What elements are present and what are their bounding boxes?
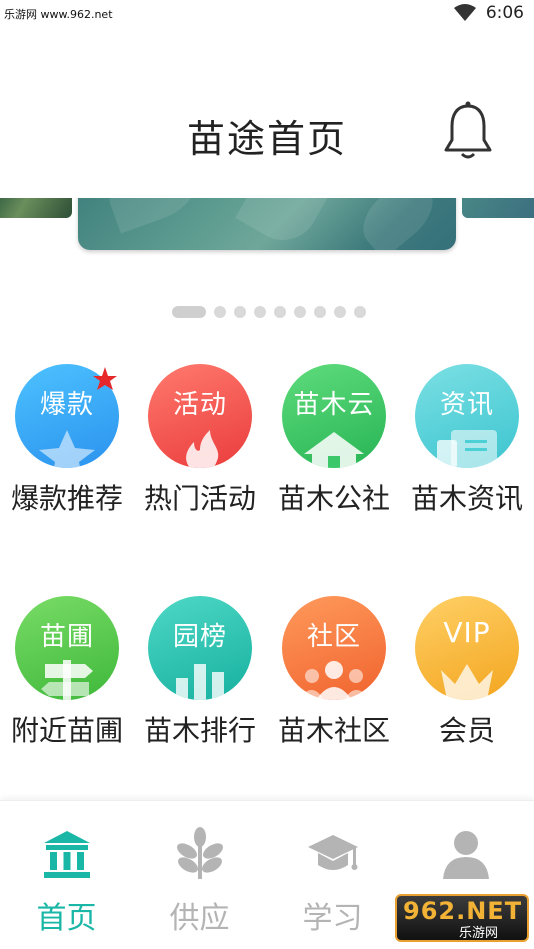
- person-icon: [443, 831, 489, 879]
- status-time: 6:06: [485, 3, 524, 23]
- status-site-text: 乐游网 www.962.net: [4, 8, 113, 21]
- nav-tab-label: 学习: [302, 901, 363, 936]
- pager-dot[interactable]: [294, 306, 306, 318]
- graduation-cap-icon: [308, 835, 358, 870]
- grid-item-label: 苗木资讯: [410, 482, 523, 515]
- nav-tab-label: 首页: [36, 901, 97, 936]
- nav-tab-home[interactable]: 首页: [0, 801, 133, 949]
- grid-item-nearby-nursery[interactable]: 苗圃 附近苗圃: [0, 596, 134, 748]
- watermark-logo-text: 962.NET: [403, 897, 523, 925]
- pager-dot-active[interactable]: [172, 306, 206, 318]
- header: 苗途首页: [0, 28, 534, 198]
- status-bar: 乐游网 www.962.net 6:06: [0, 0, 534, 28]
- status-right: 6:06: [453, 3, 524, 23]
- pager-dot[interactable]: [334, 306, 346, 318]
- nav-tab-learn[interactable]: 学习: [266, 801, 399, 949]
- grid-item-label: 会员: [438, 714, 495, 747]
- community-people-icon: 社区: [282, 596, 386, 700]
- nav-tab-label: 供应: [169, 901, 230, 936]
- grid-item-ranking[interactable]: 园榜 苗木排行: [133, 596, 267, 748]
- star-badge-icon: [93, 367, 117, 390]
- grid-item-activities[interactable]: 活动 热门活动: [133, 364, 267, 516]
- grid-item-nursery-commune[interactable]: 苗木云 苗木公社: [267, 364, 401, 516]
- activities-icon: 活动: [148, 364, 252, 468]
- news-icon: 资讯: [415, 364, 519, 468]
- ranking-bars-icon: 园榜: [148, 596, 252, 700]
- vip-crown-icon: VIP: [415, 596, 519, 700]
- grid-item-community[interactable]: 社区 苗木社区: [267, 596, 401, 748]
- pager-dot[interactable]: [354, 306, 366, 318]
- pager-dot[interactable]: [314, 306, 326, 318]
- carousel-pager: [172, 306, 366, 318]
- grid-item-label: 爆款推荐: [10, 482, 123, 515]
- grid-item-hot-picks[interactable]: 爆款 爆款推荐: [0, 364, 134, 516]
- wifi-icon: [453, 4, 476, 21]
- grid-item-label: 苗木社区: [277, 714, 390, 747]
- pager-dot[interactable]: [274, 306, 286, 318]
- site-watermark: 962.NET 乐游网: [395, 894, 529, 942]
- grid-item-label: 苗木公社: [277, 482, 390, 515]
- pager-dot[interactable]: [214, 306, 226, 318]
- home-building-icon: [44, 831, 90, 878]
- grid-item-vip[interactable]: VIP 会员: [400, 596, 534, 748]
- watermark-site-name: 乐游网: [459, 926, 499, 941]
- grid-item-news[interactable]: 资讯 苗木资讯: [400, 364, 534, 516]
- grid-item-label: 附近苗圃: [10, 714, 123, 747]
- grid-item-label: 热门活动: [143, 482, 256, 515]
- pager-dot[interactable]: [254, 306, 266, 318]
- nursery-signpost-icon: 苗圃: [15, 596, 119, 700]
- grid-item-label: 苗木排行: [143, 714, 256, 747]
- bell-icon[interactable]: [440, 100, 496, 162]
- nav-tab-supply[interactable]: 供应: [133, 801, 266, 949]
- leaf-icon: [177, 827, 223, 879]
- nursery-cloud-icon: 苗木云: [282, 364, 386, 468]
- pager-dot[interactable]: [234, 306, 246, 318]
